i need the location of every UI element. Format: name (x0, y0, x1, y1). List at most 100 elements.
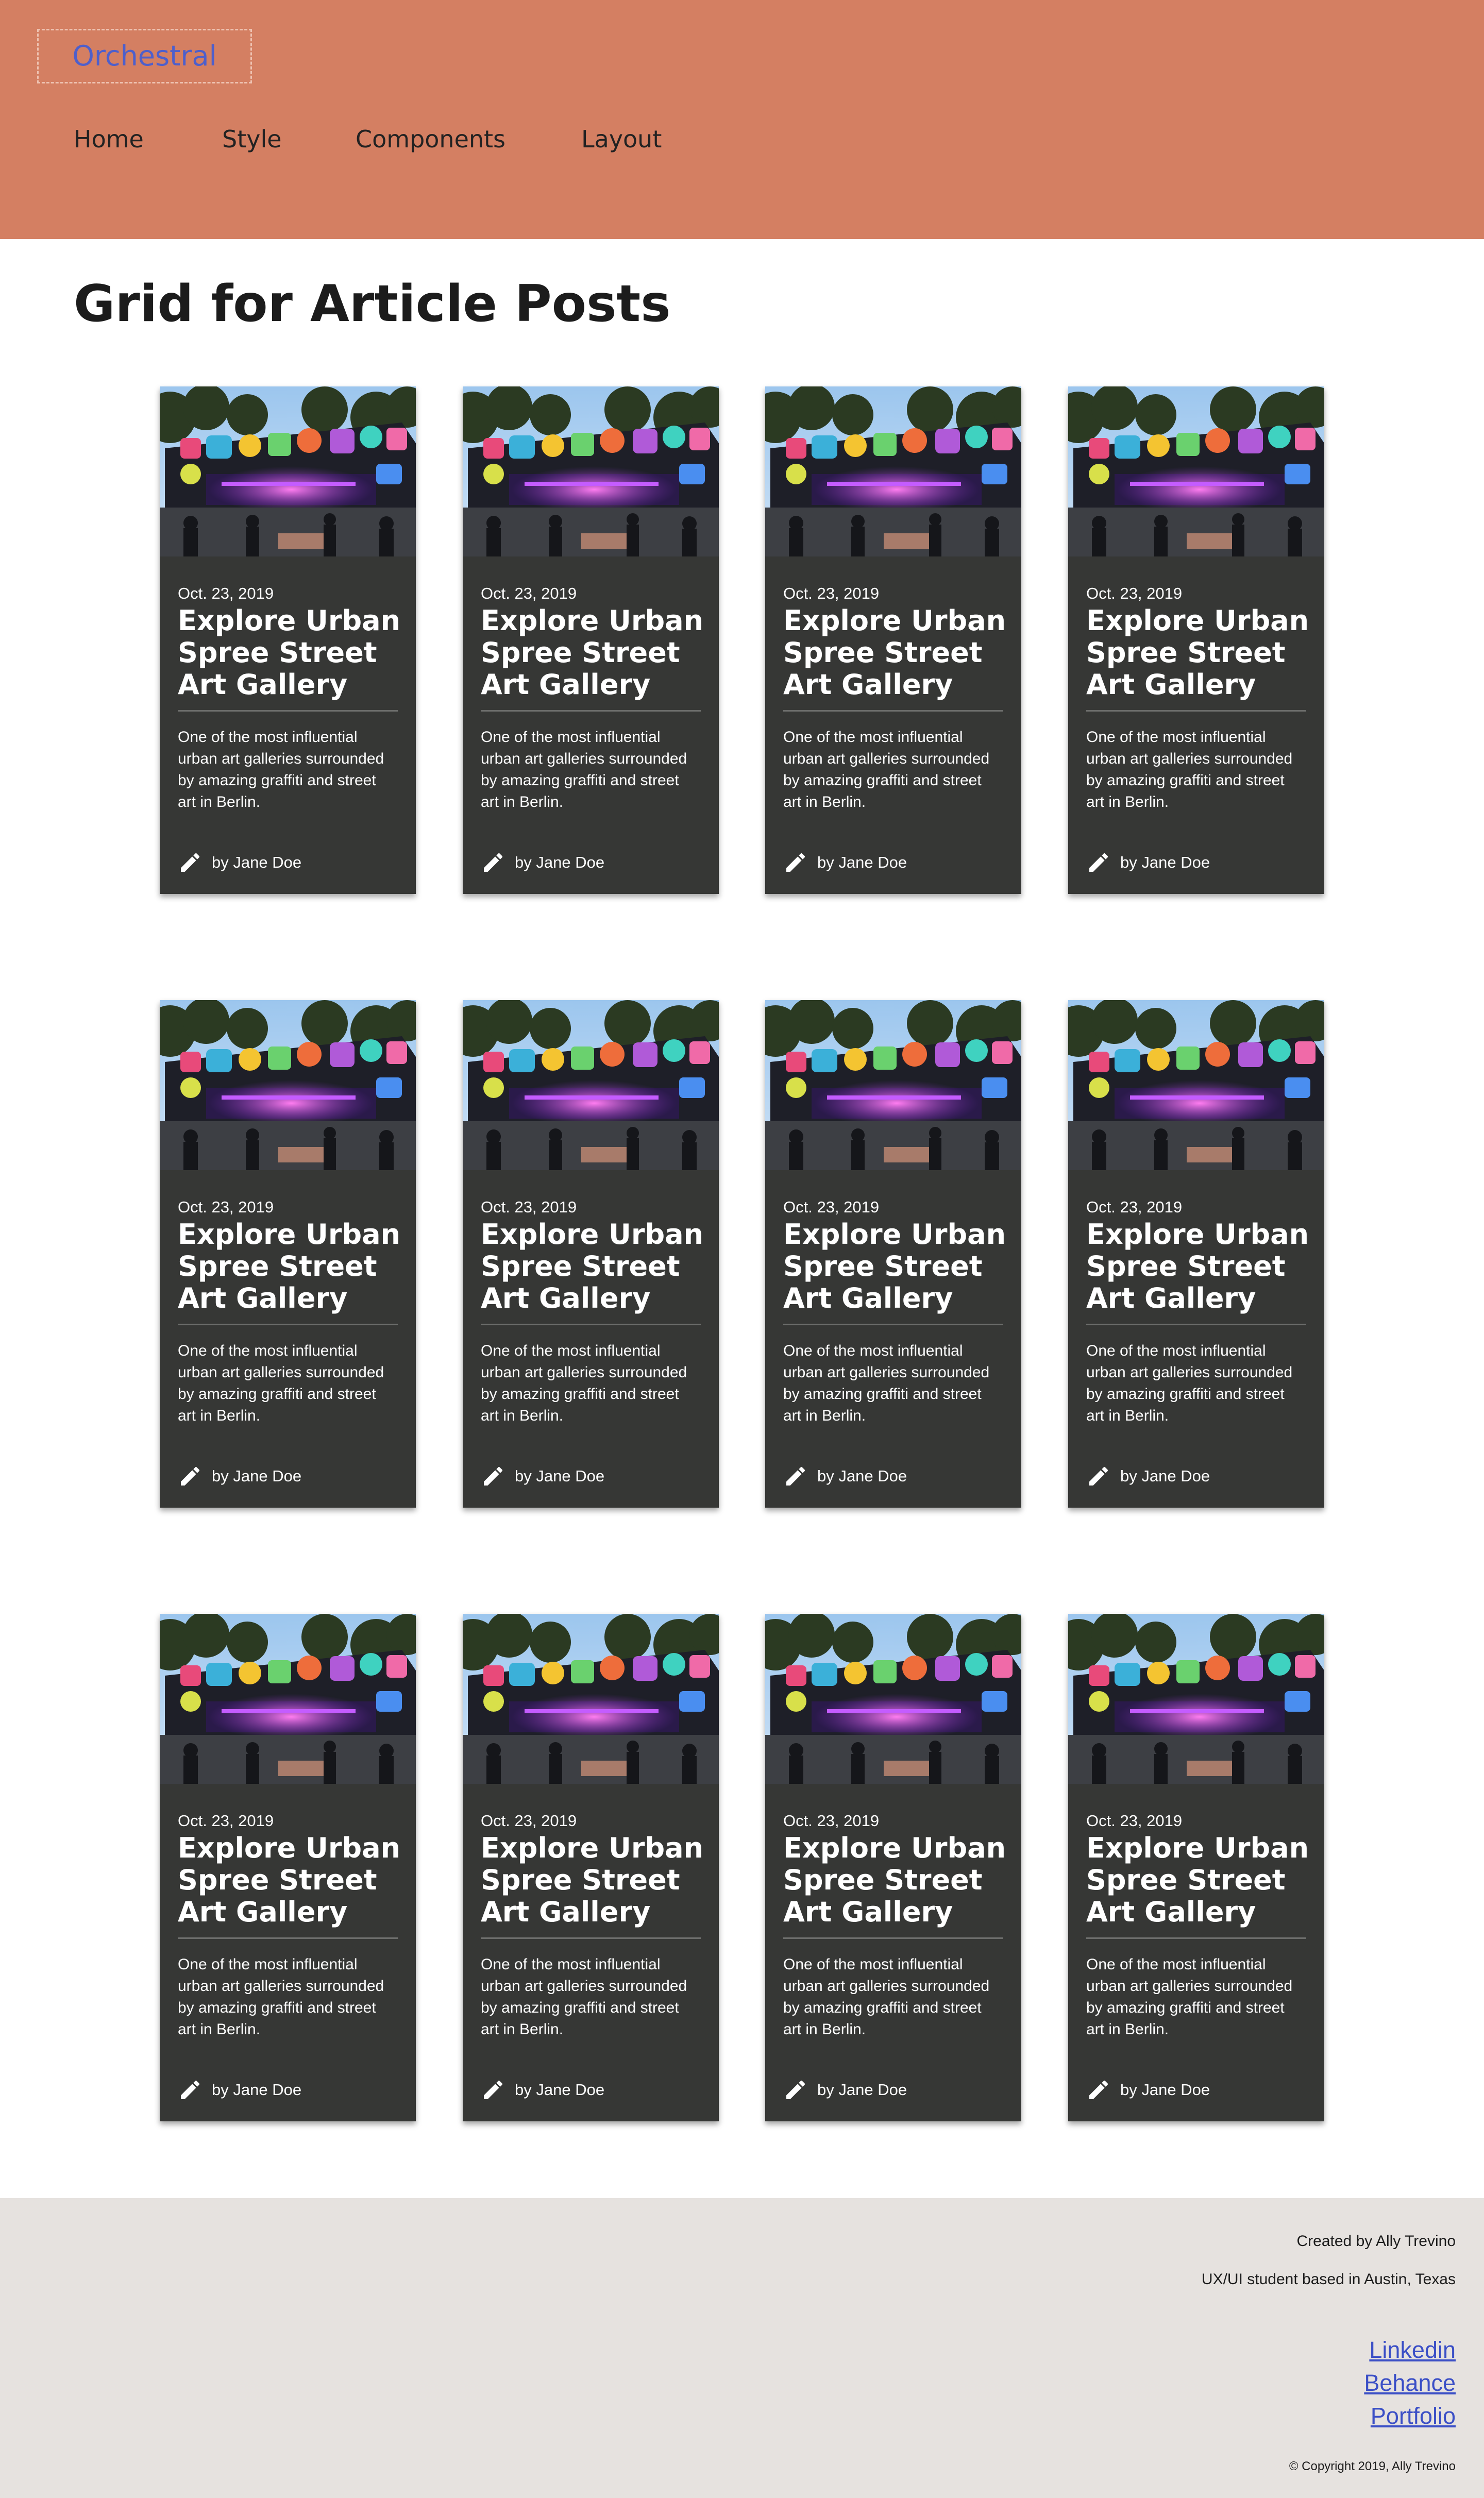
card-image[interactable] (160, 1000, 416, 1170)
nav-item-home[interactable]: Home (74, 124, 144, 155)
card-image[interactable] (463, 1000, 719, 1170)
card-image[interactable] (1068, 386, 1324, 556)
pencil-icon (1089, 1466, 1108, 1486)
article-card[interactable]: Oct. 23, 2019 Explore Urban Spree Street… (765, 1614, 1021, 2121)
card-image[interactable] (463, 1614, 719, 1784)
card-title[interactable]: Explore Urban Spree Street Art Gallery (783, 1832, 1010, 1928)
pencil-icon (1089, 2080, 1108, 2099)
card-date: Oct. 23, 2019 (783, 1198, 880, 1216)
gallery-photo (765, 1614, 1021, 1784)
author-name: by Jane Doe (212, 2081, 302, 2099)
article-card[interactable]: Oct. 23, 2019 Explore Urban Spree Street… (160, 386, 416, 894)
article-card[interactable]: Oct. 23, 2019 Explore Urban Spree Street… (765, 386, 1021, 894)
article-card[interactable]: Oct. 23, 2019 Explore Urban Spree Street… (1068, 1000, 1324, 1508)
pencil-icon (786, 2080, 805, 2099)
gallery-photo (160, 1000, 416, 1170)
card-title[interactable]: Explore Urban Spree Street Art Gallery (783, 605, 1010, 701)
gallery-photo (463, 1000, 719, 1170)
author-name: by Jane Doe (1120, 2081, 1210, 2099)
pencil-icon (484, 853, 503, 872)
card-title[interactable]: Explore Urban Spree Street Art Gallery (178, 1219, 404, 1314)
card-image[interactable] (765, 386, 1021, 556)
article-card[interactable]: Oct. 23, 2019 Explore Urban Spree Street… (463, 1000, 719, 1508)
author-name: by Jane Doe (212, 853, 302, 871)
article-card[interactable]: Oct. 23, 2019 Explore Urban Spree Street… (765, 1000, 1021, 1508)
card-image[interactable] (765, 1614, 1021, 1784)
article-card[interactable]: Oct. 23, 2019 Explore Urban Spree Street… (1068, 386, 1324, 894)
card-date: Oct. 23, 2019 (1086, 1812, 1183, 1830)
linkedin-link[interactable]: Linkedin (1369, 2336, 1456, 2364)
card-date: Oct. 23, 2019 (1086, 584, 1183, 602)
card-image[interactable] (463, 386, 719, 556)
card-image[interactable] (160, 386, 416, 556)
gallery-photo (1068, 386, 1324, 556)
card-title[interactable]: Explore Urban Spree Street Art Gallery (178, 605, 404, 701)
site-header: Orchestral Home Style Components Layout (0, 0, 1484, 239)
card-date: Oct. 23, 2019 (783, 1812, 880, 1830)
gallery-photo (1068, 1614, 1324, 1784)
card-divider (1086, 1937, 1306, 1939)
author-name: by Jane Doe (817, 853, 907, 871)
card-image[interactable] (1068, 1614, 1324, 1784)
card-excerpt: One of the most influential urban art ga… (783, 1956, 990, 2038)
card-image[interactable] (765, 1000, 1021, 1170)
card-divider (481, 710, 701, 712)
gallery-photo (160, 386, 416, 556)
pencil-icon (181, 1466, 200, 1486)
author-name: by Jane Doe (515, 2081, 605, 2099)
gallery-photo (463, 386, 719, 556)
card-date: Oct. 23, 2019 (178, 1198, 274, 1216)
page-title: Grid for Article Posts (74, 275, 671, 333)
gallery-photo (160, 1614, 416, 1784)
card-excerpt: One of the most influential urban art ga… (178, 1956, 384, 2038)
card-divider (178, 1937, 398, 1939)
card-date: Oct. 23, 2019 (178, 584, 274, 602)
article-card[interactable]: Oct. 23, 2019 Explore Urban Spree Street… (160, 1614, 416, 2121)
pencil-icon (786, 853, 805, 872)
gallery-photo (1068, 1000, 1324, 1170)
card-date: Oct. 23, 2019 (1086, 1198, 1183, 1216)
card-title[interactable]: Explore Urban Spree Street Art Gallery (1086, 1832, 1313, 1928)
nav-item-layout[interactable]: Layout (581, 124, 662, 155)
article-card[interactable]: Oct. 23, 2019 Explore Urban Spree Street… (463, 386, 719, 894)
pencil-icon (484, 1466, 503, 1486)
portfolio-link[interactable]: Portfolio (1371, 2402, 1456, 2430)
card-title[interactable]: Explore Urban Spree Street Art Gallery (481, 1832, 707, 1928)
footer-created-by: Created by Ally Trevino (1296, 2233, 1456, 2250)
card-divider (783, 1324, 1003, 1325)
card-date: Oct. 23, 2019 (783, 584, 880, 602)
card-divider (481, 1324, 701, 1325)
main-nav: Home Style Components Layout (0, 124, 1484, 155)
card-date: Oct. 23, 2019 (481, 584, 577, 602)
author-name: by Jane Doe (515, 1467, 605, 1485)
footer-copyright: © Copyright 2019, Ally Trevino (1289, 2459, 1456, 2473)
card-image[interactable] (1068, 1000, 1324, 1170)
card-title[interactable]: Explore Urban Spree Street Art Gallery (783, 1219, 1010, 1314)
pencil-icon (181, 853, 200, 872)
card-image[interactable] (160, 1614, 416, 1784)
card-title[interactable]: Explore Urban Spree Street Art Gallery (1086, 1219, 1313, 1314)
author-name: by Jane Doe (1120, 853, 1210, 871)
card-date: Oct. 23, 2019 (178, 1812, 274, 1830)
card-date: Oct. 23, 2019 (481, 1198, 577, 1216)
site-logo[interactable]: Orchestral (37, 29, 252, 83)
card-title[interactable]: Explore Urban Spree Street Art Gallery (178, 1832, 404, 1928)
card-title[interactable]: Explore Urban Spree Street Art Gallery (1086, 605, 1313, 701)
author-name: by Jane Doe (1120, 1467, 1210, 1485)
card-excerpt: One of the most influential urban art ga… (481, 729, 687, 811)
card-divider (178, 710, 398, 712)
pencil-icon (484, 2080, 503, 2099)
article-card[interactable]: Oct. 23, 2019 Explore Urban Spree Street… (160, 1000, 416, 1508)
card-title[interactable]: Explore Urban Spree Street Art Gallery (481, 605, 707, 701)
article-card[interactable]: Oct. 23, 2019 Explore Urban Spree Street… (1068, 1614, 1324, 2121)
site-footer: Created by Ally Trevino UX/UI student ba… (0, 2198, 1484, 2498)
card-title[interactable]: Explore Urban Spree Street Art Gallery (481, 1219, 707, 1314)
article-card[interactable]: Oct. 23, 2019 Explore Urban Spree Street… (463, 1614, 719, 2121)
author-name: by Jane Doe (212, 1467, 302, 1485)
card-excerpt: One of the most influential urban art ga… (481, 1956, 687, 2038)
nav-item-components[interactable]: Components (356, 124, 505, 155)
card-divider (1086, 1324, 1306, 1325)
nav-item-style[interactable]: Style (222, 124, 282, 155)
behance-link[interactable]: Behance (1364, 2369, 1456, 2397)
pencil-icon (181, 2080, 200, 2099)
